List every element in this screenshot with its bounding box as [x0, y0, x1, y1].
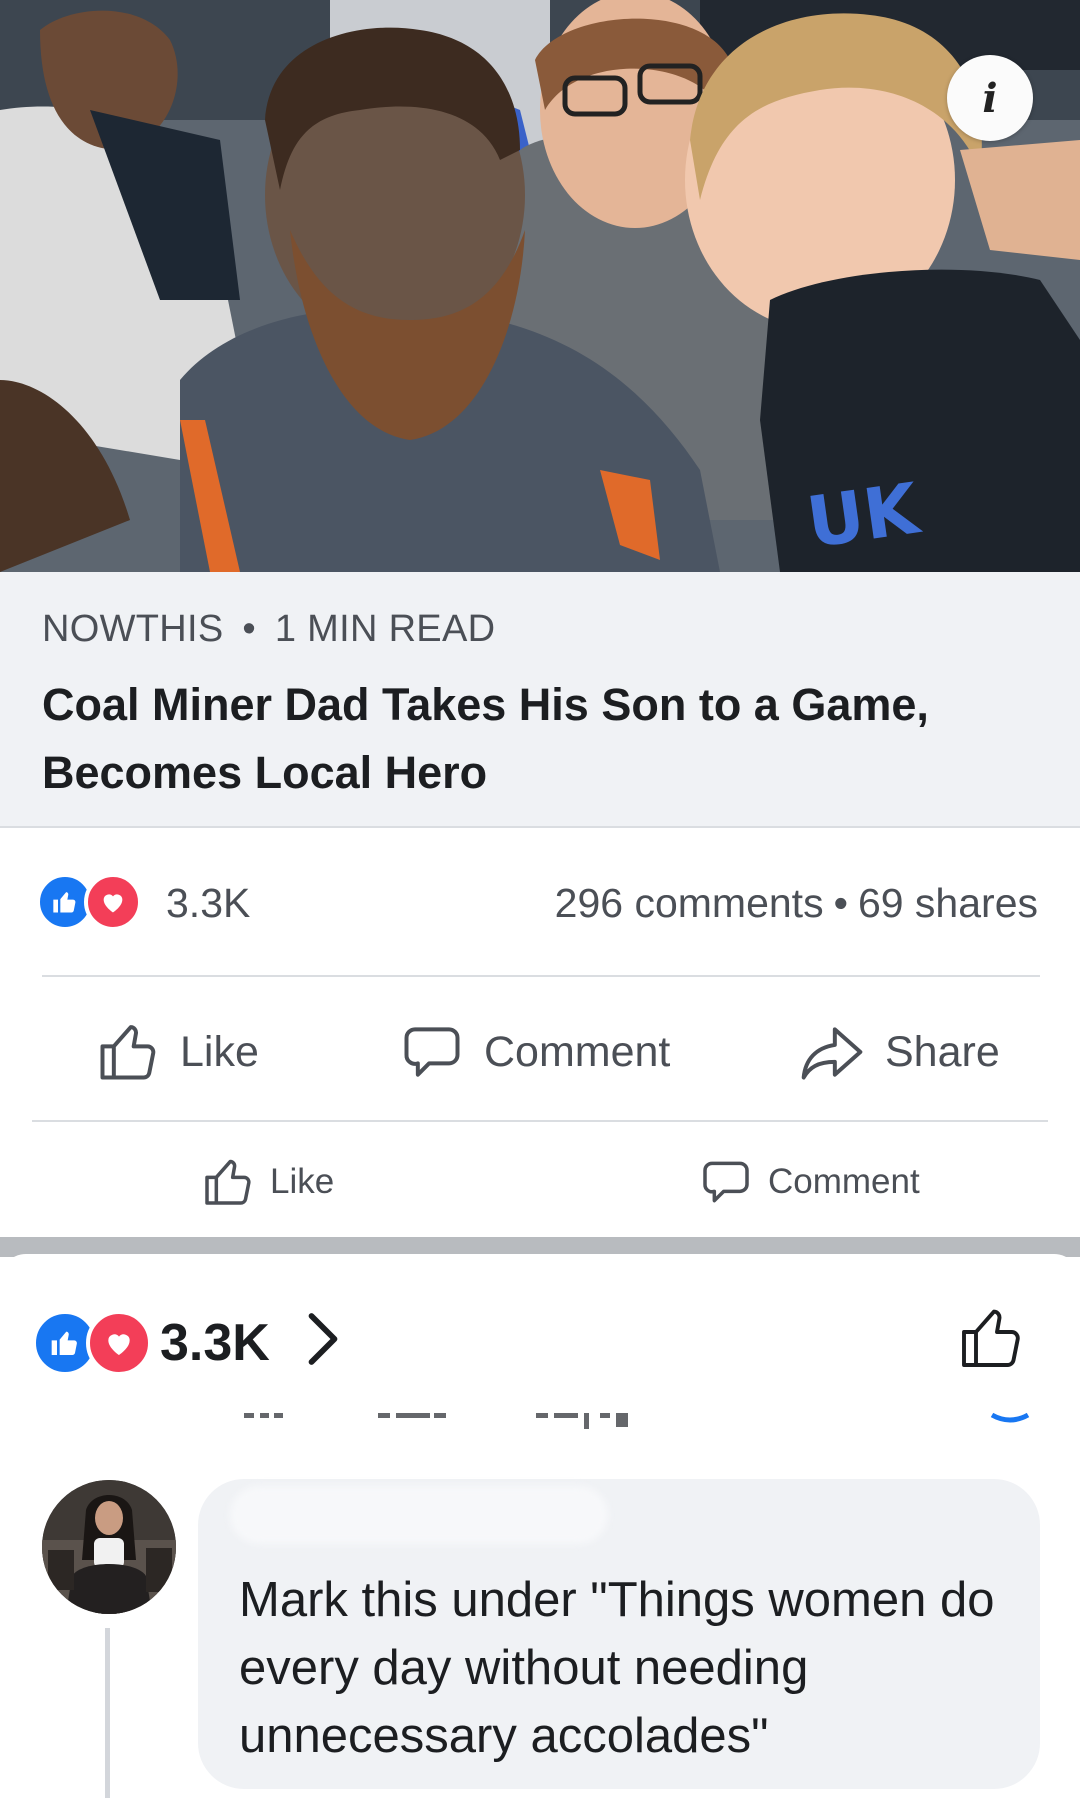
thread-line	[105, 1628, 110, 1798]
article-photo[interactable]: UK	[0, 0, 1080, 572]
divider	[42, 975, 1040, 977]
comment-button-secondary[interactable]: Comment	[698, 1154, 920, 1210]
divider	[32, 1120, 1048, 1122]
comment-button[interactable]: Comment	[398, 1018, 670, 1086]
speech-bubble-outline-icon	[404, 1027, 460, 1077]
love-reaction-icon	[86, 1310, 152, 1376]
avatar[interactable]	[42, 1480, 176, 1614]
like-label: Like	[270, 1162, 335, 1201]
share-label: Share	[885, 1027, 1000, 1076]
info-icon: i	[982, 74, 998, 122]
stats-separator: •	[833, 880, 848, 926]
share-arrow-outline-icon	[801, 1027, 863, 1080]
chevron-right-icon[interactable]	[300, 1308, 346, 1370]
svg-text:UK: UK	[802, 467, 926, 564]
divider	[0, 826, 1080, 828]
speech-bubble-outline-icon	[703, 1161, 749, 1203]
clipped-comment-actions	[244, 1412, 1030, 1429]
article-title[interactable]: Coal Miner Dad Takes His Son to a Game, …	[42, 671, 1032, 807]
photo-illustration: UK	[0, 0, 1080, 572]
comment-label: Comment	[768, 1162, 920, 1201]
share-button[interactable]: Share	[797, 1018, 1000, 1086]
thumbs-up-outline-icon	[205, 1159, 251, 1205]
comments-shares-summary: 296 comments • 69 shares	[555, 880, 1038, 927]
shares-count[interactable]: 69 shares	[858, 880, 1038, 926]
redacted-commenter-name	[230, 1486, 608, 1544]
meta-separator: •	[242, 608, 256, 650]
comment-label: Comment	[484, 1027, 671, 1076]
info-button[interactable]: i	[947, 55, 1033, 141]
avatar-photo	[42, 1480, 176, 1614]
comment-text: Mark this under "Things women do every d…	[239, 1573, 995, 1763]
reactions-count[interactable]: 3.3K	[166, 880, 250, 927]
like-label: Like	[180, 1027, 259, 1076]
thumbs-up-outline-icon	[100, 1025, 156, 1080]
love-reaction-icon	[84, 873, 142, 931]
reactions-panel-count[interactable]: 3.3K	[160, 1313, 270, 1373]
like-button-secondary[interactable]: Like	[200, 1154, 334, 1210]
article-source: NOWTHIS	[42, 608, 224, 650]
article-meta: NOWTHIS • 1 MIN READ	[42, 608, 495, 651]
like-button[interactable]: Like	[94, 1018, 259, 1086]
article-read-time: 1 MIN READ	[274, 608, 496, 650]
thumbs-up-outline-icon[interactable]	[955, 1302, 1027, 1374]
comments-count[interactable]: 296 comments	[555, 880, 824, 926]
